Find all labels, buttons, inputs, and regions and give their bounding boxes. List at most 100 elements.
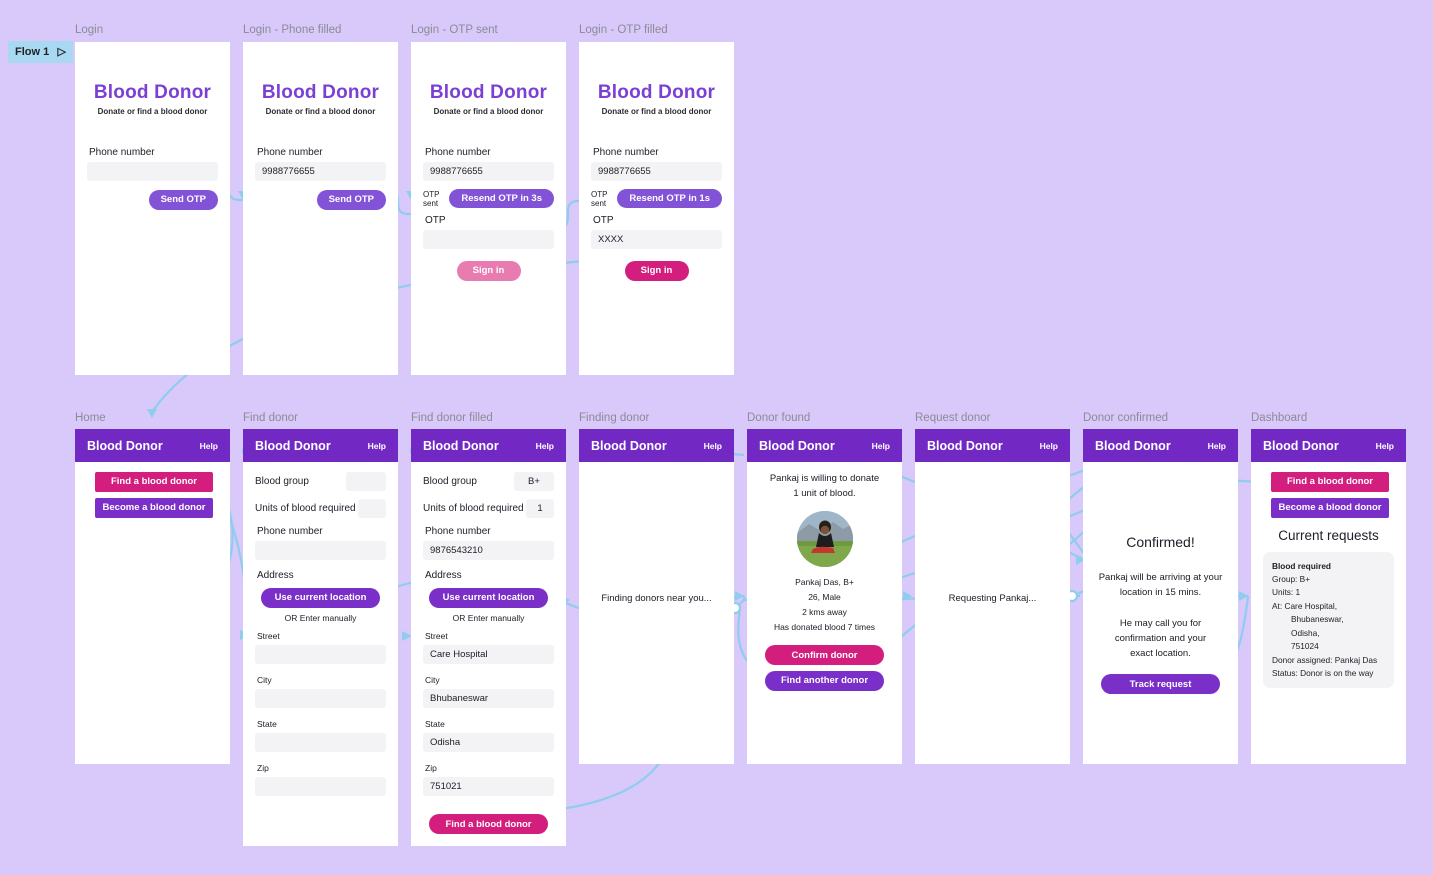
street-input[interactable] [255, 644, 386, 664]
app-title: Blood Donor [1263, 438, 1339, 453]
zip-input[interactable]: 751021 [423, 776, 554, 796]
frame-request-donor: Blood Donor Help Requesting Pankaj... [915, 429, 1070, 764]
zip-field: Zip [255, 763, 386, 796]
phone-label: Phone number [257, 147, 323, 158]
street-field: Street [255, 631, 386, 664]
phone-input[interactable]: 9988776655 [255, 162, 386, 181]
units-label: Units of blood required [423, 503, 524, 514]
flow-canvas: Flow 1 ▷ Login Blood Donor Donate or fin… [0, 0, 1433, 875]
send-otp-button[interactable]: Send OTP [148, 189, 218, 210]
frame-label-finding-donor: Finding donor [579, 412, 650, 424]
confirmed-heading: Confirmed! [1126, 534, 1195, 550]
frame-label-find-donor: Find donor [243, 412, 298, 424]
help-link[interactable]: Help [1040, 441, 1058, 451]
help-link[interactable]: Help [368, 441, 386, 451]
donor-name-group: Pankaj Das, B+ [795, 577, 854, 588]
state-input[interactable] [255, 732, 386, 752]
city-label: City [257, 674, 272, 685]
app-header: Blood Donor Help [243, 429, 398, 462]
units-input[interactable] [358, 499, 386, 518]
request-card-at: At: Care Hospital, [1272, 600, 1338, 611]
use-current-location-button[interactable]: Use current location [261, 587, 380, 608]
or-enter-manually-label: OR Enter manually [452, 612, 525, 623]
city-field: City [255, 675, 386, 708]
donor-history: Has donated blood 7 times [773, 622, 876, 633]
confirm-donor-button[interactable]: Confirm donor [765, 645, 884, 666]
street-input[interactable]: Care Hospital [423, 644, 554, 664]
phone-label: Phone number [89, 147, 155, 158]
find-blood-donor-button[interactable]: Find a blood donor [1271, 471, 1389, 492]
use-current-location-button[interactable]: Use current location [429, 587, 548, 608]
sign-in-button[interactable]: Sign in [624, 260, 689, 281]
street-field: Street Care Hospital [423, 631, 554, 664]
flow-badge[interactable]: Flow 1 ▷ [8, 41, 73, 63]
find-blood-donor-button[interactable]: Find a blood donor [95, 471, 213, 492]
resend-otp-button[interactable]: Resend OTP in 3s [449, 189, 554, 208]
frame-label-home: Home [75, 412, 106, 424]
brand-block: Blood Donor Donate or find a blood donor [75, 82, 230, 116]
street-label: Street [425, 630, 448, 641]
help-link[interactable]: Help [536, 441, 554, 451]
play-triangle-icon[interactable]: ▷ [58, 46, 66, 58]
frame-label-request-donor: Request donor [915, 412, 991, 424]
help-link[interactable]: Help [872, 441, 890, 451]
phone-input[interactable]: 9988776655 [591, 162, 722, 181]
donor-headline-line1: Pankaj is willing to donate [769, 473, 880, 484]
send-otp-button[interactable]: Send OTP [316, 189, 386, 210]
city-input[interactable] [255, 688, 386, 708]
otp-input[interactable] [423, 230, 554, 249]
city-input[interactable]: Bhubaneswar [423, 688, 554, 708]
find-another-donor-button[interactable]: Find another donor [765, 670, 884, 691]
phone-input[interactable] [87, 162, 218, 181]
frame-find-donor: Blood Donor Help Blood group Units of bl… [243, 429, 398, 846]
app-title: Blood Donor [255, 438, 331, 453]
request-card-title: Blood required [1272, 560, 1332, 571]
phone-label: Phone number [425, 147, 491, 158]
track-request-button[interactable]: Track request [1101, 674, 1220, 695]
frame-label-login-phone-filled: Login - Phone filled [243, 24, 342, 36]
phone-input[interactable]: 9876543210 [423, 541, 554, 560]
resend-otp-button[interactable]: Resend OTP in 1s [617, 189, 722, 208]
frame-label-login-otp-filled: Login - OTP filled [579, 24, 668, 36]
units-row: Units of blood required [255, 499, 386, 518]
find-blood-donor-submit-button[interactable]: Find a blood donor [429, 814, 548, 834]
donor-age-gender: 26, Male [808, 592, 841, 603]
otp-resend-row: OTP sent Resend OTP in 3s [423, 189, 554, 208]
help-link[interactable]: Help [200, 441, 218, 451]
blood-group-input[interactable]: B+ [514, 472, 554, 491]
become-blood-donor-button[interactable]: Become a blood donor [95, 497, 213, 518]
brand-title: Blood Donor [429, 82, 548, 103]
frame-find-donor-filled: Blood Donor Help Blood group B+ Units of… [411, 429, 566, 846]
units-input[interactable]: 1 [526, 499, 554, 518]
phone-field: Phone number [255, 526, 386, 560]
become-blood-donor-button[interactable]: Become a blood donor [1271, 497, 1389, 518]
brand-block: Blood Donor Donate or find a blood donor [243, 82, 398, 116]
brand-tagline: Donate or find a blood donor [601, 107, 712, 116]
finding-status-text: Finding donors near you... [601, 593, 712, 604]
app-header: Blood Donor Help [75, 429, 230, 462]
help-link[interactable]: Help [704, 441, 722, 451]
help-link[interactable]: Help [1376, 441, 1394, 451]
zip-input[interactable] [255, 776, 386, 796]
state-input[interactable]: Odisha [423, 732, 554, 752]
units-row: Units of blood required 1 [423, 499, 554, 518]
otp-input[interactable]: XXXX [591, 230, 722, 249]
confirmed-line2: location in 15 mins. [1119, 586, 1202, 598]
phone-input[interactable]: 9988776655 [423, 162, 554, 181]
phone-input[interactable] [255, 541, 386, 560]
frame-dashboard: Blood Donor Help Find a blood donor Beco… [1251, 429, 1406, 764]
request-card[interactable]: Blood required Group: B+ Units: 1 At: Ca… [1263, 551, 1394, 689]
otp-sent-label: OTP sent [423, 189, 440, 208]
donor-headline-line2: 1 unit of blood. [793, 487, 856, 499]
request-card-city: Bhubaneswar, [1291, 614, 1344, 625]
confirmed-line4: confirmation and your [1114, 633, 1207, 645]
phone-label: Phone number [425, 526, 491, 537]
frame-label-donor-confirmed: Donor confirmed [1083, 412, 1169, 424]
donor-photo-image [796, 511, 853, 568]
blood-group-input[interactable] [346, 472, 386, 491]
frame-login: Blood Donor Donate or find a blood donor… [75, 42, 230, 375]
sign-in-button[interactable]: Sign in [456, 260, 521, 281]
otp-label: OTP [425, 215, 446, 226]
help-link[interactable]: Help [1208, 441, 1226, 451]
request-card-status: Status: Donor is on the way [1272, 668, 1374, 678]
